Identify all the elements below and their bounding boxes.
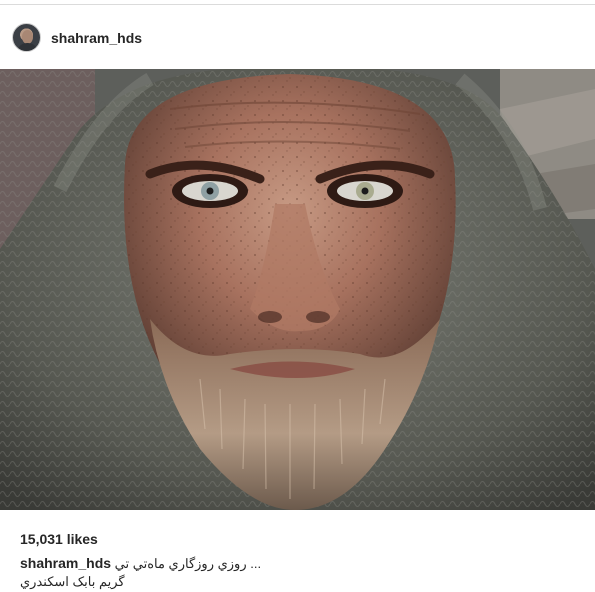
- portrait-photo: [0, 69, 595, 510]
- caption-first-line: shahram_hds روزي روزگاري ماه‌تي تي ...: [20, 555, 261, 572]
- post-photo[interactable]: [0, 69, 595, 510]
- post-header: shahram_hds: [0, 5, 595, 69]
- avatar-body: [17, 43, 38, 51]
- avatar[interactable]: [12, 23, 41, 52]
- username-link[interactable]: shahram_hds: [51, 30, 142, 46]
- caption-text: روزي روزگاري ماه‌تي تي ...: [114, 556, 262, 571]
- avatar-face: [22, 30, 33, 44]
- instagram-post: shahram_hds 15,031 likes shahram_hds روز…: [0, 0, 595, 592]
- caption-username-link[interactable]: shahram_hds: [20, 555, 111, 571]
- caption-second-line: گریم بابک اسکندري: [20, 574, 125, 589]
- likes-count[interactable]: 15,031 likes: [20, 531, 98, 547]
